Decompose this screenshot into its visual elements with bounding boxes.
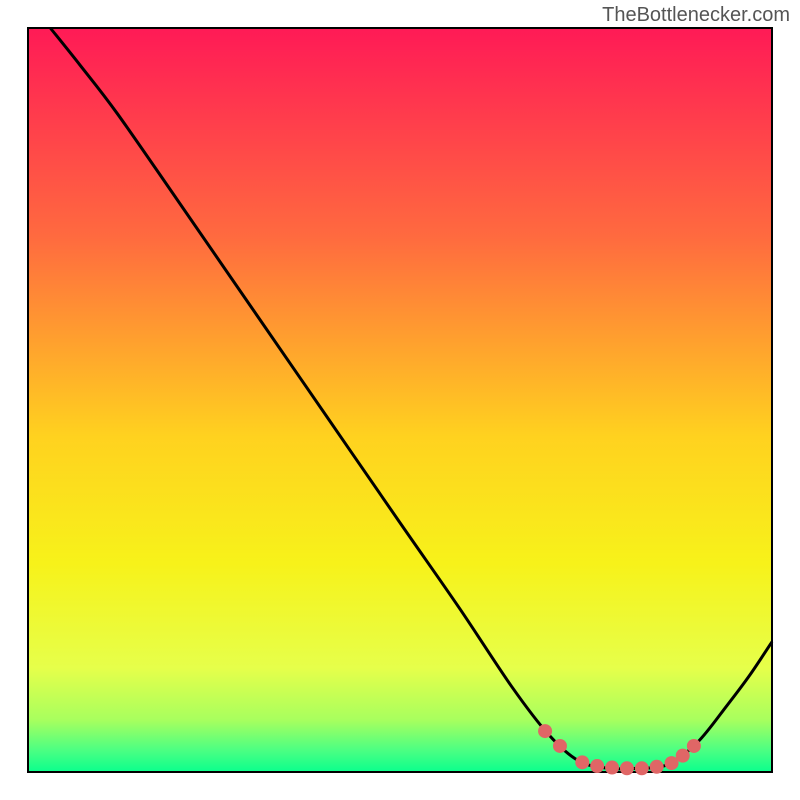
bottleneck-chart: TheBottlenecker.com [0,0,800,800]
curve-marker [676,749,690,763]
chart-svg [0,0,800,800]
curve-marker [575,755,589,769]
curve-marker [687,739,701,753]
curve-marker [590,759,604,773]
watermark-text: TheBottlenecker.com [602,4,790,27]
curve-marker [538,724,552,738]
curve-marker [553,739,567,753]
curve-marker [650,760,664,774]
curve-marker [605,761,619,775]
curve-marker [620,761,634,775]
plot-background [28,28,772,772]
curve-marker [635,761,649,775]
